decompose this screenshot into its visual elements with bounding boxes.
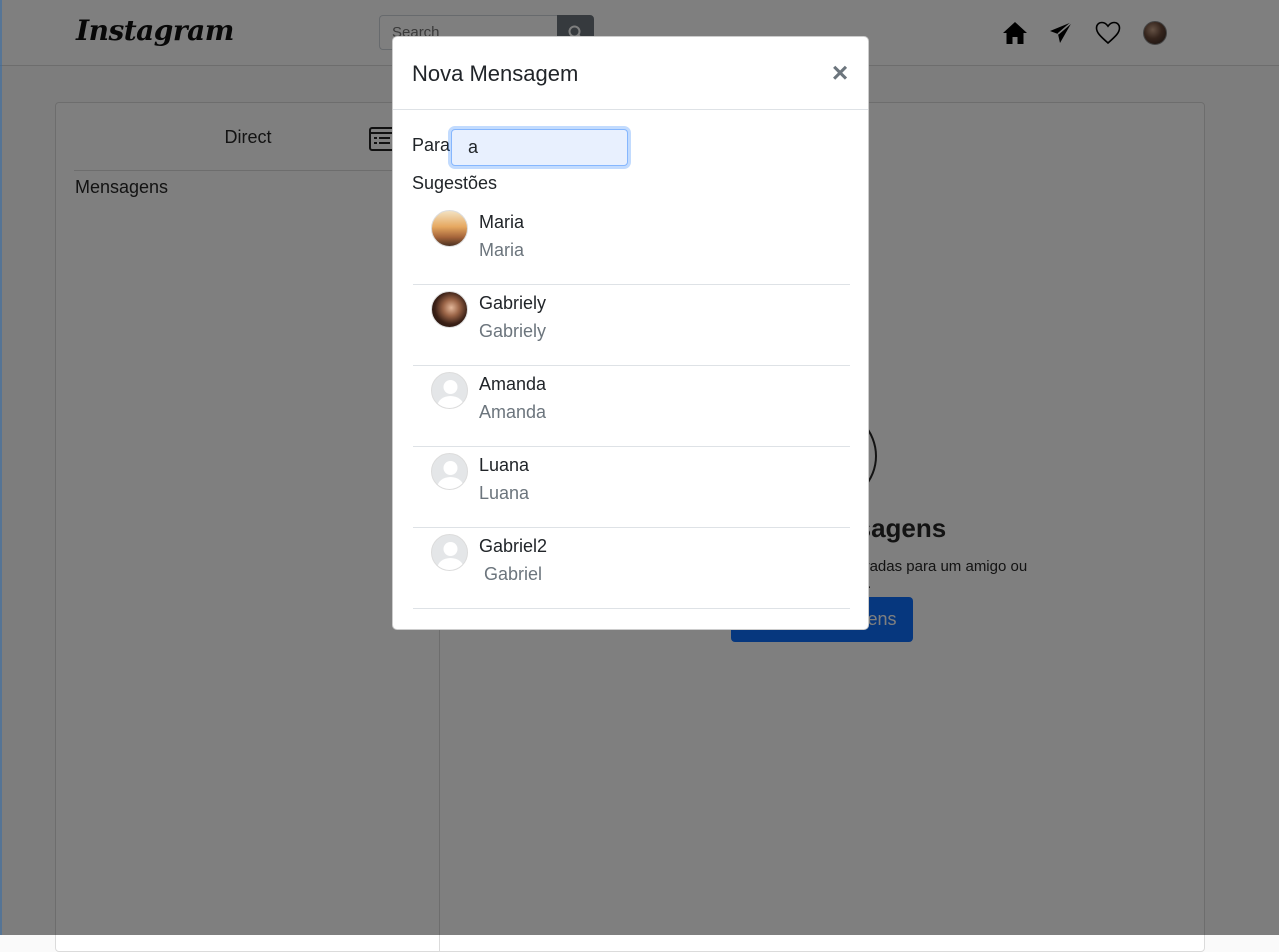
window-edge: [0, 0, 2, 935]
close-icon[interactable]: ×: [828, 59, 852, 87]
suggestion-item[interactable]: Gabriely Gabriely: [413, 285, 850, 366]
suggestion-username: Amanda: [479, 402, 547, 422]
default-avatar-icon: [431, 372, 468, 409]
suggestion-name: Maria: [479, 212, 525, 232]
default-avatar-icon: [431, 534, 468, 571]
suggestions-list: Maria Maria Gabriely Gabriely Amanda Ama…: [413, 204, 850, 609]
suggestion-name: Luana: [479, 455, 530, 475]
new-message-modal: Nova Mensagem × Para: Sugestões Maria Ma…: [392, 36, 869, 630]
suggestion-name: Amanda: [479, 374, 547, 394]
modal-header: Nova Mensagem ×: [393, 37, 868, 110]
suggestion-item[interactable]: Gabriel2 Gabriel: [413, 528, 850, 609]
recipient-input[interactable]: [451, 129, 628, 166]
suggestion-username: Maria: [479, 240, 525, 260]
suggestion-name: Gabriel2: [479, 536, 548, 556]
suggestion-item[interactable]: Amanda Amanda: [413, 366, 850, 447]
suggestion-item[interactable]: Maria Maria: [413, 204, 850, 285]
suggestion-name: Gabriely: [479, 293, 547, 313]
suggestion-username: Luana: [479, 483, 530, 503]
suggestion-username: Gabriely: [479, 321, 547, 341]
modal-title: Nova Mensagem: [412, 61, 579, 86]
suggestion-item[interactable]: Luana Luana: [413, 447, 850, 528]
avatar: [431, 210, 468, 247]
suggestion-username: Gabriel: [479, 564, 543, 584]
default-avatar-icon: [431, 453, 468, 490]
avatar: [431, 291, 468, 328]
suggestions-label: Sugestões: [412, 173, 498, 193]
recipient-label: Para:: [412, 135, 456, 155]
